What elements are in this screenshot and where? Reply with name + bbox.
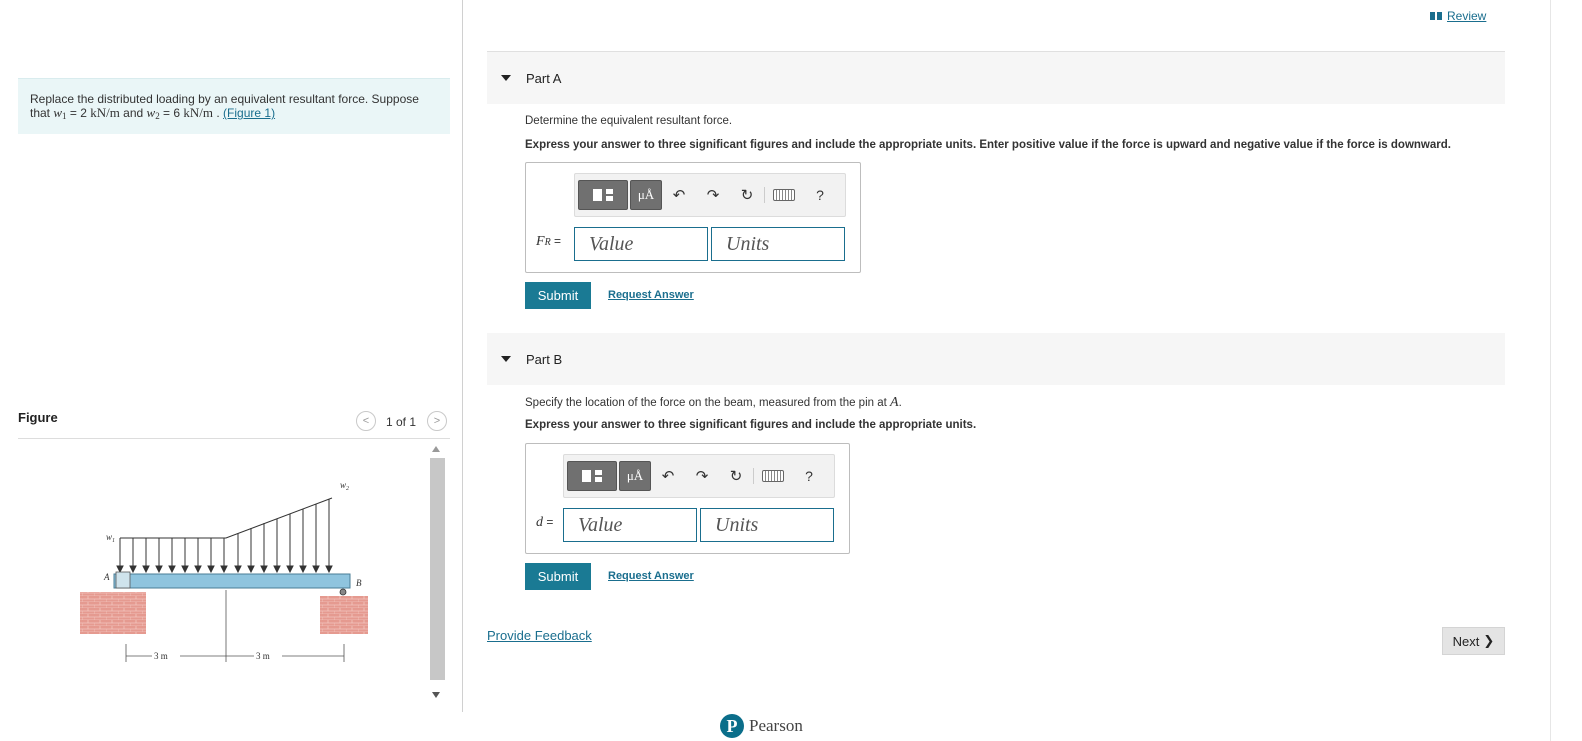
beam-figure: w1 w2 A B 3 m 3 m xyxy=(80,480,368,662)
part-b-instruction: Express your answer to three significant… xyxy=(525,419,977,431)
templates-icon[interactable] xyxy=(567,461,617,491)
keyboard-icon[interactable] xyxy=(762,470,784,482)
part-a-request-answer-link[interactable]: Request Answer xyxy=(608,289,694,301)
figure-title: Figure xyxy=(18,410,58,425)
part-b-title: Part B xyxy=(526,351,563,367)
part-a-question: Determine the equivalent resultant force… xyxy=(525,115,733,127)
figure-link[interactable]: (Figure 1) xyxy=(223,106,275,120)
label-a: A xyxy=(103,572,110,582)
pane-divider[interactable] xyxy=(462,0,463,712)
part-b-request-answer-link[interactable]: Request Answer xyxy=(608,570,694,582)
part-a-header[interactable]: Part A xyxy=(487,52,1505,104)
help-icon[interactable]: ? xyxy=(803,187,837,203)
part-a-units-input[interactable] xyxy=(711,227,845,261)
part-a-variable-label: FR = xyxy=(536,234,562,249)
toolbar-separator xyxy=(764,187,765,203)
reset-icon[interactable]: ↻ xyxy=(719,467,753,485)
part-a-submit-button[interactable]: Submit xyxy=(525,282,591,309)
part-a-title: Part A xyxy=(526,70,562,86)
next-button[interactable]: Next ❯ xyxy=(1442,627,1505,655)
reset-icon[interactable]: ↻ xyxy=(730,186,764,204)
w2-symbol: w2 xyxy=(146,105,160,122)
part-b-header[interactable]: Part B xyxy=(487,333,1505,385)
figure-prev-button[interactable]: < xyxy=(356,411,376,431)
part-b-question: Specify the location of the force on the… xyxy=(525,395,902,410)
help-icon[interactable]: ? xyxy=(792,468,826,484)
review-icon xyxy=(1430,12,1442,20)
review-link[interactable]: Review xyxy=(1430,9,1486,23)
redo-icon[interactable]: ↷ xyxy=(685,467,719,485)
part-b-math-toolbar: μÅ ↶ ↷ ↻ ? xyxy=(563,454,835,498)
pearson-brand: P Pearson xyxy=(720,714,803,738)
pearson-name: Pearson xyxy=(749,716,803,735)
templates-icon[interactable] xyxy=(578,180,628,210)
keyboard-icon[interactable] xyxy=(773,189,795,201)
part-b-submit-button[interactable]: Submit xyxy=(525,563,591,590)
load-outline xyxy=(120,497,333,539)
part-a-instruction: Express your answer to three significant… xyxy=(525,139,1451,151)
figure-scroll-down[interactable] xyxy=(432,692,440,698)
label-b: B xyxy=(356,578,362,588)
units-symbol-icon[interactable]: μÅ xyxy=(619,461,651,491)
part-b-value-input[interactable] xyxy=(563,508,697,542)
undo-icon[interactable]: ↶ xyxy=(662,186,696,204)
beam xyxy=(113,573,351,589)
figure-pager: 1 of 1 xyxy=(386,415,417,429)
units-symbol-icon[interactable]: μÅ xyxy=(630,180,662,210)
collapse-triangle-icon xyxy=(501,75,511,81)
pearson-logo-icon: P xyxy=(720,714,744,738)
figure-divider xyxy=(18,438,450,439)
part-b-units-input[interactable] xyxy=(700,508,834,542)
dim-right-label: 3 m xyxy=(256,651,270,661)
figure-scrollbar[interactable] xyxy=(430,458,445,680)
collapse-triangle-icon xyxy=(501,356,511,362)
pin-support xyxy=(115,571,131,589)
right-wall xyxy=(320,596,368,634)
part-b-variable-label: d = xyxy=(536,515,554,530)
roller-support xyxy=(339,588,347,596)
chevron-right-icon: ❯ xyxy=(1483,633,1495,648)
label-w1: w1 xyxy=(106,532,115,544)
label-w2: w2 xyxy=(340,480,349,492)
w1-symbol: w1 xyxy=(53,105,67,122)
provide-feedback-link[interactable]: Provide Feedback xyxy=(487,628,592,643)
figure-next-button[interactable]: > xyxy=(427,411,447,431)
part-a-value-input[interactable] xyxy=(574,227,708,261)
dim-left-label: 3 m xyxy=(154,651,168,661)
part-a-answer-box: μÅ ↶ ↷ ↻ ? FR = xyxy=(525,162,861,273)
problem-statement: Replace the distributed loading by an eq… xyxy=(18,78,450,134)
part-a-math-toolbar: μÅ ↶ ↷ ↻ ? xyxy=(574,173,846,217)
toolbar-separator xyxy=(753,468,754,484)
redo-icon[interactable]: ↷ xyxy=(696,186,730,204)
undo-icon[interactable]: ↶ xyxy=(651,467,685,485)
right-edge-divider xyxy=(1550,0,1551,741)
figure-scroll-up[interactable] xyxy=(432,446,440,452)
part-b-answer-box: μÅ ↶ ↷ ↻ ? d = xyxy=(525,443,850,554)
left-wall xyxy=(80,592,146,634)
